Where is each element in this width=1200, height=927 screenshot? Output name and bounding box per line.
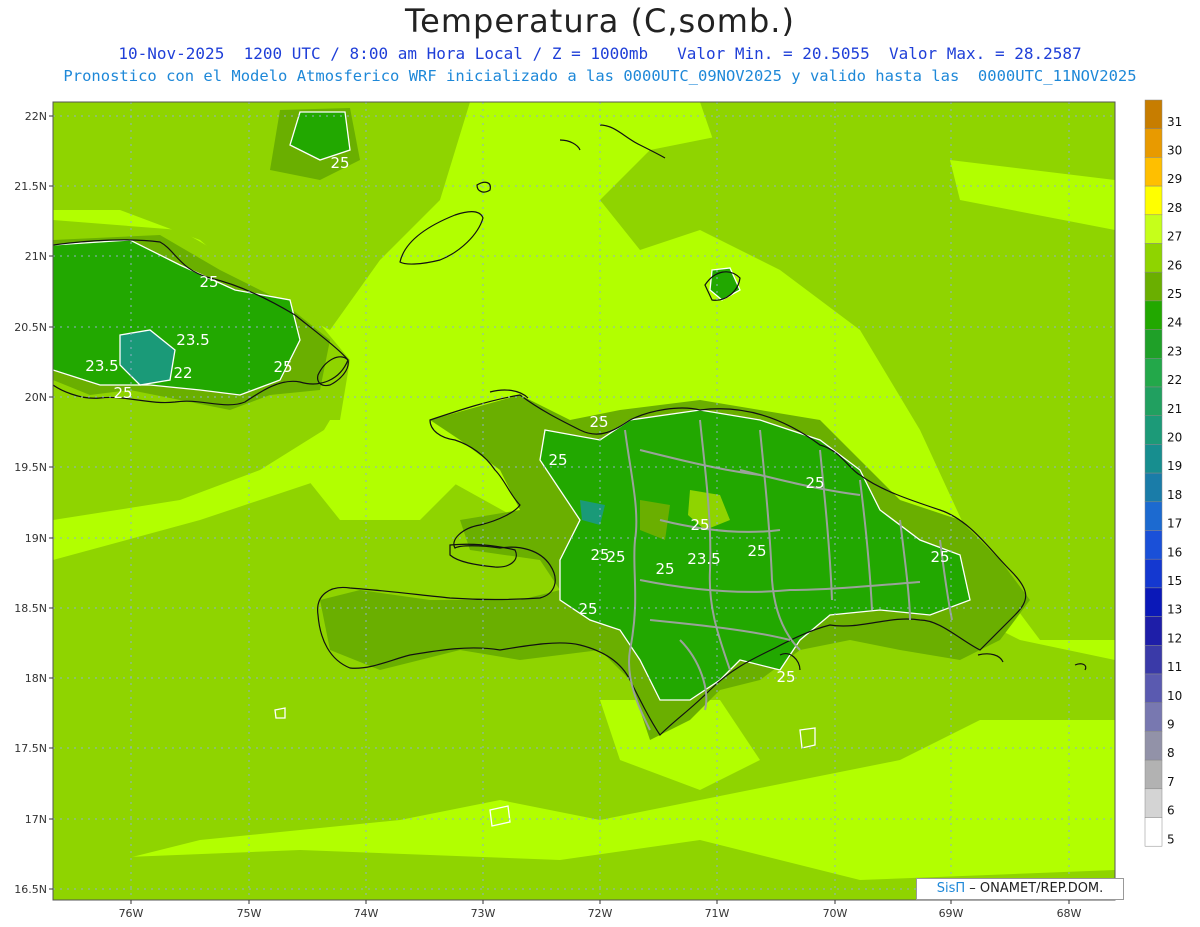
lat-tick-label: 21N [25, 250, 47, 263]
colorbar-label: 25 [1167, 287, 1182, 301]
colorbar-label: 20 [1167, 431, 1182, 445]
lon-tick-label: 75W [237, 907, 262, 920]
lat-tick-label: 19.5N [14, 461, 47, 474]
lon-tick-label: 69W [939, 907, 964, 920]
colorbar-label: 18 [1167, 488, 1182, 502]
colorbar-swatch [1144, 157, 1163, 187]
colorbar-label: 6 [1167, 804, 1175, 818]
lon-tick-label: 70W [823, 907, 848, 920]
colorbar-swatch [1144, 214, 1163, 244]
colorbar-label: 15 [1167, 574, 1182, 588]
colorbar-swatch [1144, 817, 1163, 847]
lat-tick-label: 17N [25, 813, 47, 826]
colorbar-label: 13 [1167, 603, 1182, 617]
contour-label: 25 [930, 548, 949, 566]
colorbar-swatch [1144, 99, 1163, 129]
colorbar-swatch [1144, 558, 1163, 589]
contour-label: 25 [655, 560, 674, 578]
credit-text: – ONAMET/REP.DOM. [969, 881, 1104, 896]
lon-tick-label: 71W [705, 907, 730, 920]
colorbar-label: 19 [1167, 459, 1182, 473]
contour-label: 25 [589, 413, 608, 431]
colorbar-swatch [1144, 185, 1163, 216]
colorbar-label: 30 [1167, 144, 1182, 158]
contour-label: 25 [805, 474, 824, 492]
colorbar-swatch [1144, 702, 1163, 732]
colorbar-label: 22 [1167, 373, 1182, 387]
colorbar-label: 28 [1167, 201, 1182, 215]
colorbar-swatch [1144, 731, 1163, 761]
colorbar-label: 17 [1167, 517, 1182, 531]
contour-label: 22 [173, 364, 192, 382]
colorbar-swatch [1144, 616, 1163, 646]
colorbar-label: 8 [1167, 746, 1175, 760]
sispi-logo: SisΠ [936, 881, 966, 896]
colorbar-swatch [1144, 358, 1163, 388]
colorbar-label: 23 [1167, 344, 1182, 358]
colorbar-label: 7 [1167, 775, 1175, 789]
colorbar-swatch [1144, 386, 1163, 416]
colorbar-swatch [1144, 444, 1163, 474]
lon-tick-label: 72W [588, 907, 613, 920]
colorbar-label: 16 [1167, 545, 1182, 559]
colorbar-label: 29 [1167, 172, 1182, 186]
colorbar-swatch [1144, 300, 1163, 330]
contour-label: 23.5 [85, 357, 118, 375]
colorbar-swatch [1144, 759, 1163, 790]
colorbar-swatch [1144, 472, 1163, 503]
colorbar-label: 31 [1167, 115, 1182, 129]
contour-label: 25 [776, 668, 795, 686]
lon-tick-label: 73W [471, 907, 496, 920]
lat-tick-label: 22N [25, 110, 47, 123]
colorbar-label: 11 [1167, 660, 1182, 674]
colorbar: 31 30 29 28 27 26 25 24 23 22 21 20 19 18 17 16 15 13 12 11… [1144, 99, 1182, 847]
contour-label: 25 [330, 154, 349, 172]
lon-tick-label: 74W [354, 907, 379, 920]
colorbar-swatch [1144, 128, 1163, 158]
contour-label: 23.5 [176, 331, 209, 349]
lon-tick-label: 68W [1057, 907, 1082, 920]
lat-tick-label: 18N [25, 672, 47, 685]
colorbar-swatch [1144, 243, 1163, 273]
contour-label: 25 [578, 600, 597, 618]
colorbar-label: 5 [1167, 832, 1175, 846]
colorbar-swatch [1144, 530, 1163, 560]
contour-label: 25 [273, 358, 292, 376]
colorbar-label: 24 [1167, 316, 1182, 330]
lat-tick-label: 17.5N [14, 742, 47, 755]
longitude-axis: 76W 75W 74W 73W 72W 71W 70W 69W 68W [119, 900, 1082, 920]
lat-tick-label: 18.5N [14, 602, 47, 615]
lon-tick-label: 76W [119, 907, 144, 920]
colorbar-label: 26 [1167, 258, 1182, 272]
credit-box: SisΠ – ONAMET/REP.DOM. [916, 878, 1124, 900]
latitude-axis: 22N 21.5N 21N 20.5N 20N 19.5N 19N 18.5N 18N 17.5N… [14, 110, 53, 896]
colorbar-swatch [1144, 587, 1163, 617]
contour-label: 23.5 [687, 550, 720, 568]
lat-tick-label: 20.5N [14, 321, 47, 334]
contour-label: 25 [590, 546, 609, 564]
colorbar-swatch [1144, 271, 1163, 302]
forecast-map: 25 25 23.5 25 23.5 22 25 25 25 25 25 23.5 25 25 25 25 25… [14, 99, 1182, 920]
colorbar-label: 10 [1167, 689, 1182, 703]
lat-tick-label: 21.5N [14, 180, 47, 193]
colorbar-swatch [1144, 645, 1163, 675]
lat-tick-label: 16.5N [14, 883, 47, 896]
contour-label: 25 [690, 516, 709, 534]
contour-label: 25 [548, 451, 567, 469]
colorbar-label: 27 [1167, 230, 1182, 244]
colorbar-swatch [1144, 673, 1163, 703]
colorbar-swatch [1144, 501, 1163, 531]
contour-label: 25 [113, 384, 132, 402]
contour-label: 25 [747, 542, 766, 560]
colorbar-label: 21 [1167, 402, 1182, 416]
lat-tick-label: 20N [25, 391, 47, 404]
colorbar-swatch [1144, 788, 1163, 818]
temperature-field [53, 102, 1115, 900]
colorbar-label: 12 [1167, 631, 1182, 645]
contour-label: 25 [199, 273, 218, 291]
colorbar-swatch [1144, 329, 1163, 359]
colorbar-label: 9 [1167, 718, 1175, 732]
colorbar-swatch [1144, 415, 1163, 445]
lat-tick-label: 19N [25, 532, 47, 545]
